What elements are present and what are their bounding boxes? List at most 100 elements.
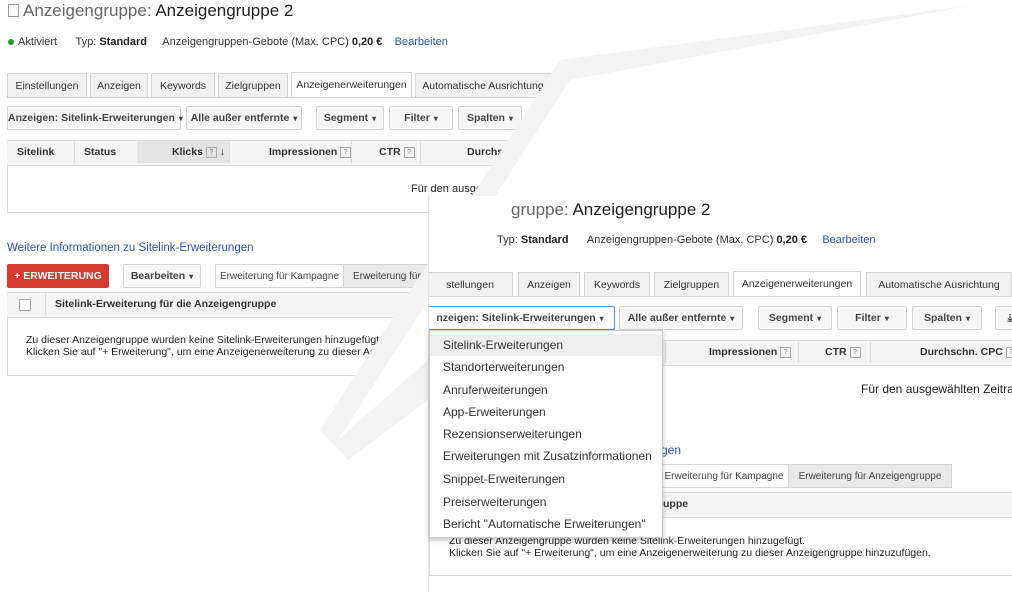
help-icon[interactable]: ? [205, 146, 217, 158]
segment-label: Segment [323, 112, 369, 124]
col-divider [74, 141, 75, 163]
menu-item-app[interactable]: App-Erweiterungen [430, 401, 662, 423]
tab-settings[interactable]: stellungen [429, 272, 513, 296]
seg-campaign-extensions[interactable]: Erweiterung für Kampagne [659, 464, 789, 488]
edit-link[interactable]: Bearbeiten [395, 36, 448, 48]
menu-item-sitelink[interactable]: Sitelink-Erweiterungen [430, 334, 662, 356]
ads-type-dropdown[interactable]: Anzeigen: Sitelink-Erweiterungen ▾ [7, 106, 183, 130]
impressions-label: Impressionen [709, 346, 778, 358]
tab-settings[interactable]: Einstellungen [7, 73, 87, 97]
col-divider [420, 141, 421, 163]
col-ctr[interactable]: CTR ? [379, 141, 415, 163]
status-filter-label: Alle außer entfernte [627, 312, 727, 324]
col-adgroup-sitelink: Sitelink-Erweiterung für die Anzeigengru… [55, 298, 277, 310]
seg-campaign-extensions[interactable]: Erweiterung für Kampagne [215, 264, 344, 288]
ad-group-name: Anzeigengruppe 2 [572, 200, 711, 219]
status-filter-label: Alle außer entfernte [190, 112, 290, 124]
col-status[interactable]: Status [84, 141, 116, 163]
columns-label: Spalten [467, 112, 505, 124]
filter-label: Filter [855, 312, 881, 324]
chevron-down-icon: ▾ [884, 314, 889, 323]
tab-ad-extensions[interactable]: Anzeigenerweiterungen [733, 271, 861, 297]
chevron-down-icon: ▾ [508, 114, 513, 123]
menu-item-price[interactable]: Preiserweiterungen [430, 491, 662, 513]
col-avg-cpc[interactable]: Durchschn. CPC ? [920, 341, 1012, 363]
menu-item-location[interactable]: Standorterweiterungen [430, 356, 662, 378]
ads-type-dropdown[interactable]: nzeigen: Sitelink-Erweiterungen ▾ [429, 306, 615, 330]
bid-label: Anzeigengruppen-Gebote (Max. CPC) [586, 234, 774, 246]
extensions-table-header: Sitelink-Erweiterung für die Anzeigengru… [7, 292, 487, 318]
col-divider [45, 293, 46, 315]
seg-adgroup-extensions[interactable]: Erweiterung für Anzeigengruppe [788, 464, 952, 488]
tab-ad-extensions[interactable]: Anzeigenerweiterungen [291, 72, 412, 98]
col-divider [870, 341, 871, 363]
edit-dropdown-button[interactable]: Bearbeiten ▾ [123, 264, 201, 288]
columns-button[interactable]: Spalten ▾ [458, 106, 522, 130]
col-ctr[interactable]: CTR ? [825, 341, 861, 363]
status-dot-icon [8, 39, 14, 46]
menu-item-snippet[interactable]: Snippet-Erweiterungen [430, 468, 662, 490]
ads-type-label: Anzeigen: Sitelink-Erweiterungen [8, 112, 175, 124]
status-filter-dropdown[interactable]: Alle außer entfernte ▾ [186, 106, 302, 130]
ads-type-label: nzeigen: Sitelink-Erweiterungen [436, 312, 596, 324]
segment-button[interactable]: Segment ▾ [316, 106, 384, 130]
filter-button[interactable]: Filter ▾ [389, 106, 453, 130]
empty-extensions-line1: Zu dieser Anzeigengruppe wurden keine Si… [26, 334, 383, 346]
tab-keywords[interactable]: Keywords [584, 272, 650, 296]
col-avg-cpc[interactable]: Durchschn [467, 141, 522, 163]
tab-ads[interactable]: Anzeigen [518, 272, 580, 296]
menu-item-callout[interactable]: Erweiterungen mit Zusatzinformationen [430, 445, 662, 467]
segment-button[interactable]: Segment ▾ [758, 306, 832, 330]
tab-keywords[interactable]: Keywords [151, 73, 215, 97]
menu-item-auto-report[interactable]: Bericht "Automatische Erweiterungen" [430, 513, 662, 535]
status-filter-dropdown[interactable]: Alle außer entfernte ▾ [619, 306, 743, 330]
chevron-down-icon: ▾ [293, 114, 298, 123]
extension-type-menu: Sitelink-Erweiterungen Standorterweiteru… [429, 330, 663, 538]
col-sitelink[interactable]: Sitelink [17, 141, 54, 163]
bid-label: Anzeigengruppen-Gebote (Max. CPC) [162, 36, 349, 48]
chevron-down-icon: ▾ [433, 114, 438, 123]
tab-auto-targeting[interactable]: Automatische Ausrichtung [415, 73, 551, 97]
download-button[interactable]: ⤓ [995, 306, 1012, 330]
help-icon[interactable]: ? [403, 146, 415, 158]
help-icon[interactable]: ? [780, 346, 792, 358]
more-info-link[interactable]: Weitere Informationen zu Sitelink-Erweit… [7, 242, 254, 254]
menu-item-call[interactable]: Anruferweiterungen [430, 379, 662, 401]
bid-value: 0,20 € [776, 234, 808, 246]
col-impressions[interactable]: Impressionen ? [709, 341, 792, 363]
add-extension-button[interactable]: + ERWEITERUNG [7, 264, 109, 288]
help-icon[interactable]: ? [1005, 346, 1012, 358]
ad-group-info: Aktiviert Typ: Standard Anzeigengruppen-… [8, 36, 448, 48]
select-all-checkbox[interactable] [19, 299, 31, 311]
col-clicks[interactable]: Klicks ? ↓ [137, 141, 229, 163]
col-divider [351, 141, 352, 163]
title-prefix: gruppe: [511, 200, 569, 219]
clicks-label: Klicks [171, 146, 203, 158]
doc-icon [8, 4, 19, 17]
menu-item-review[interactable]: Rezensionserweiterungen [430, 423, 662, 445]
col-divider [665, 341, 666, 363]
ad-group-info: Typ: Standard Anzeigengruppen-Gebote (Ma… [497, 234, 876, 246]
tab-ads[interactable]: Anzeigen [90, 73, 148, 97]
tab-divider [429, 296, 1012, 297]
columns-button[interactable]: Spalten ▾ [912, 306, 982, 330]
help-icon[interactable]: ? [849, 346, 861, 358]
sort-arrow-icon: ↓ [219, 146, 225, 158]
type-label: Typ: [497, 234, 518, 246]
empty-table-message: Für den ausge [411, 183, 482, 195]
edit-label: Bearbeiten [130, 270, 186, 282]
columns-label: Spalten [924, 312, 962, 324]
type-label: Typ: [75, 36, 97, 48]
empty-extensions-line2: Klicken Sie auf "+ Erweiterung", um eine… [26, 346, 387, 358]
tab-audiences[interactable]: Zielgruppen [654, 272, 729, 296]
edit-link[interactable]: Bearbeiten [822, 234, 875, 246]
ctr-label: CTR [825, 346, 847, 358]
chevron-down-icon: ▾ [730, 314, 735, 323]
col-adgroup-sitelink: uppe [663, 498, 689, 510]
col-impressions[interactable]: Impressionen ? [269, 141, 352, 163]
tab-audiences[interactable]: Zielgruppen [218, 73, 288, 97]
tab-auto-targeting[interactable]: Automatische Ausrichtung [866, 272, 1012, 296]
help-icon[interactable]: ? [340, 146, 352, 158]
more-info-link[interactable]: gen [661, 443, 681, 457]
filter-button[interactable]: Filter ▾ [837, 306, 907, 330]
